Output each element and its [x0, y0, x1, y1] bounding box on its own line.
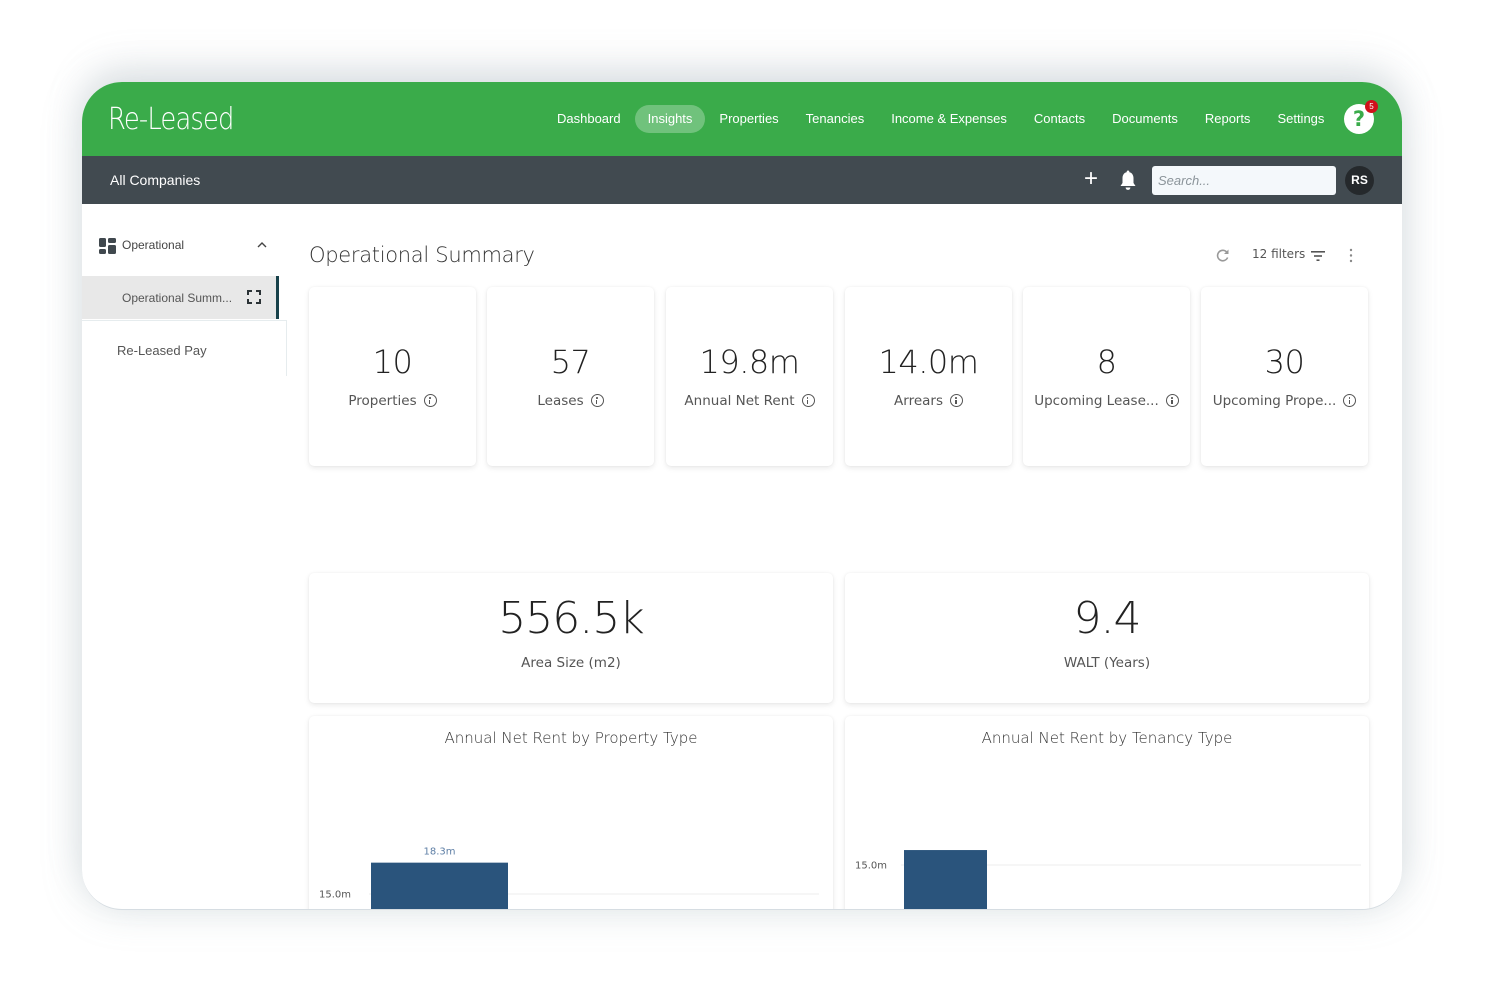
- kpi-card-leases[interactable]: 57 Leases: [487, 287, 654, 466]
- nav-income-expenses[interactable]: Income & Expenses: [878, 105, 1020, 133]
- kpi-value: 9.4: [1073, 593, 1142, 644]
- kpi-card-area-size[interactable]: 556.5k Area Size (m2): [309, 573, 833, 703]
- kpi-label: Leases: [487, 393, 654, 409]
- kpi-label: WALT (Years): [1063, 655, 1151, 671]
- info-icon[interactable]: [1165, 394, 1179, 407]
- kpi-label-text: Arrears: [894, 393, 943, 409]
- kpi-card-annual-net-rent[interactable]: 19.8m Annual Net Rent: [666, 287, 833, 466]
- kpi-card-properties[interactable]: 10 Properties: [309, 287, 476, 466]
- kpi-label: Area Size (m2): [521, 655, 621, 671]
- nav-dashboard[interactable]: Dashboard: [544, 105, 634, 133]
- company-selector[interactable]: All Companies: [110, 172, 200, 188]
- dashboard-grid-icon: [99, 238, 116, 254]
- kpi-value: 8: [1096, 343, 1117, 381]
- nav-documents[interactable]: Documents: [1099, 105, 1191, 133]
- kpi-value: 10: [372, 343, 413, 381]
- kpi-label-text: Leases: [537, 393, 584, 409]
- kpi-label: Upcoming Lease...: [1023, 393, 1190, 409]
- nav-reports[interactable]: Reports: [1192, 105, 1264, 133]
- info-icon[interactable]: [590, 394, 604, 407]
- chart-rent-by-tenancy-type: 5.0m10.0m15.0m: [855, 850, 1361, 909]
- user-avatar[interactable]: RS: [1345, 166, 1374, 195]
- kpi-value: 19.8m: [699, 343, 800, 381]
- sidebar: Operational Operational Summ... Re-Lease…: [82, 204, 287, 909]
- kpi-label-text: Upcoming Prope...: [1212, 393, 1337, 409]
- expand-icon[interactable]: [247, 290, 261, 304]
- help-notification-badge: 5: [1365, 100, 1378, 113]
- y-tick-label: 15.0m: [855, 861, 887, 872]
- more-options-icon[interactable]: [1349, 248, 1353, 263]
- chevron-up-icon[interactable]: [257, 240, 267, 250]
- kpi-value: 14.0m: [878, 343, 979, 381]
- filters-count[interactable]: 12 filters: [1252, 247, 1305, 261]
- page-title: Operational Summary: [309, 243, 535, 267]
- kpi-value: 556.5k: [498, 593, 644, 644]
- info-icon[interactable]: [1343, 394, 1357, 407]
- info-icon[interactable]: [949, 394, 963, 407]
- app-logo[interactable]: Re-Leased: [108, 102, 234, 137]
- sidebar-item-re-leased-pay[interactable]: Re-Leased Pay: [82, 320, 287, 376]
- plus-icon[interactable]: +: [1080, 165, 1102, 195]
- chart-card-rent-by-tenancy-type: Annual Net Rent by Tenancy Type 5.0m10.0…: [845, 716, 1369, 909]
- kpi-card-walt[interactable]: 9.4 WALT (Years): [845, 573, 1369, 703]
- top-navigation-bar: Re-Leased Dashboard Insights Properties …: [82, 82, 1402, 156]
- filter-icon[interactable]: [1311, 250, 1325, 262]
- sidebar-item-operational-summary[interactable]: Operational Summ...: [82, 276, 279, 319]
- kpi-value: 30: [1264, 343, 1305, 381]
- kpi-card-upcoming-leases[interactable]: 8 Upcoming Lease...: [1023, 287, 1190, 466]
- kpi-label: Upcoming Prope...: [1201, 393, 1368, 409]
- sidebar-group-label: Operational: [122, 238, 185, 252]
- kpi-label: Properties: [309, 393, 476, 409]
- nav-tenancies[interactable]: Tenancies: [793, 105, 878, 133]
- sidebar-group-operational[interactable]: Operational: [82, 230, 287, 260]
- kpi-label: Arrears: [845, 393, 1012, 409]
- refresh-icon[interactable]: [1215, 248, 1230, 263]
- bell-icon[interactable]: [1118, 170, 1138, 192]
- nav-settings[interactable]: Settings: [1264, 105, 1337, 133]
- nav-contacts[interactable]: Contacts: [1021, 105, 1098, 133]
- search-input[interactable]: [1152, 166, 1336, 195]
- kpi-label-text: Upcoming Lease...: [1034, 393, 1159, 409]
- nav-properties[interactable]: Properties: [706, 105, 791, 133]
- chart-card-rent-by-property-type: Annual Net Rent by Property Type 5.0m10.…: [309, 716, 833, 909]
- kpi-card-arrears[interactable]: 14.0m Arrears: [845, 287, 1012, 466]
- bar-data-label: 18.3m: [423, 847, 455, 858]
- kpi-label: Annual Net Rent: [666, 393, 833, 409]
- kpi-card-upcoming-properties[interactable]: 30 Upcoming Prope...: [1201, 287, 1368, 466]
- chart-rent-by-property-type: 5.0m10.0m15.0m18.3m: [319, 847, 819, 909]
- kpi-label-text: Properties: [348, 393, 417, 409]
- sidebar-item-label: Re-Leased Pay: [117, 343, 207, 358]
- info-icon[interactable]: [423, 394, 437, 407]
- bar: [371, 862, 508, 909]
- app-window: Re-Leased Dashboard Insights Properties …: [82, 82, 1402, 910]
- main-nav: Dashboard Insights Properties Tenancies …: [544, 105, 1338, 133]
- sidebar-item-label: Operational Summ...: [122, 291, 233, 305]
- info-icon[interactable]: [801, 394, 815, 407]
- kpi-label-text: Annual Net Rent: [684, 393, 795, 409]
- y-tick-label: 15.0m: [319, 890, 351, 901]
- nav-insights[interactable]: Insights: [634, 105, 706, 133]
- kpi-value: 57: [550, 343, 591, 381]
- company-bar: All Companies + RS: [82, 156, 1402, 204]
- bar: [904, 850, 987, 909]
